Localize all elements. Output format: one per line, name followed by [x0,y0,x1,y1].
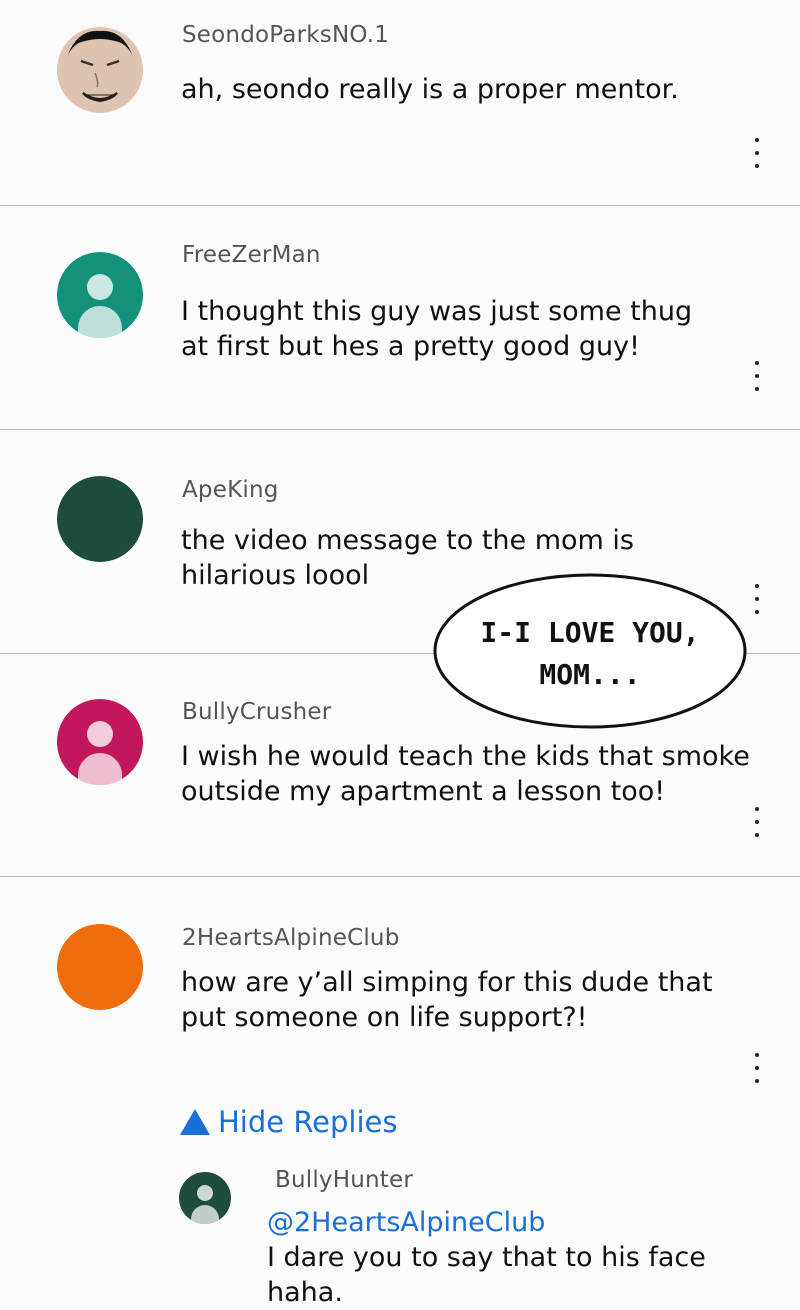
more-options-icon[interactable] [745,1049,769,1089]
reply-text: I dare you to say that to his face haha. [267,1242,706,1308]
comment-username[interactable]: SeondoParksNO.1 [182,22,389,48]
more-options-icon[interactable] [745,357,769,397]
divider [0,876,800,877]
more-options-icon[interactable] [745,803,769,843]
avatar-face-icon[interactable] [57,27,143,113]
triangle-up-icon [180,1109,210,1135]
comment-text: I thought this guy was just some thug at… [181,296,693,362]
comment-username[interactable]: ApeKing [182,477,279,503]
hide-replies-button[interactable]: Hide Replies [180,1105,398,1139]
avatar-icon[interactable] [57,252,143,338]
comment-text: how are y’all simping for this dude that… [181,967,713,1033]
avatar-icon[interactable] [57,699,143,785]
comment-text: I wish he would teach the kids that smok… [181,741,750,807]
avatar-icon[interactable] [57,924,143,1010]
avatar-icon[interactable] [57,476,143,562]
reply-username[interactable]: BullyHunter [275,1167,413,1193]
hide-replies-label: Hide Replies [218,1105,398,1139]
speech-bubble-text: I-I LOVE YOU, MOM... [480,616,700,691]
comment-username[interactable]: FreeZerMan [182,242,321,268]
divider [0,429,800,430]
reply-mention-link[interactable]: @2HeartsAlpineClub [267,1205,800,1240]
comment-text: ah, seondo really is a proper mentor. [181,74,679,105]
more-options-icon[interactable] [745,134,769,174]
more-options-icon[interactable] [745,580,769,620]
comment-username[interactable]: 2HeartsAlpineClub [182,925,400,951]
face-illustration [57,27,143,113]
divider [0,205,800,206]
comment-username[interactable]: BullyCrusher [182,699,331,725]
reply-avatar-icon[interactable] [179,1172,231,1224]
